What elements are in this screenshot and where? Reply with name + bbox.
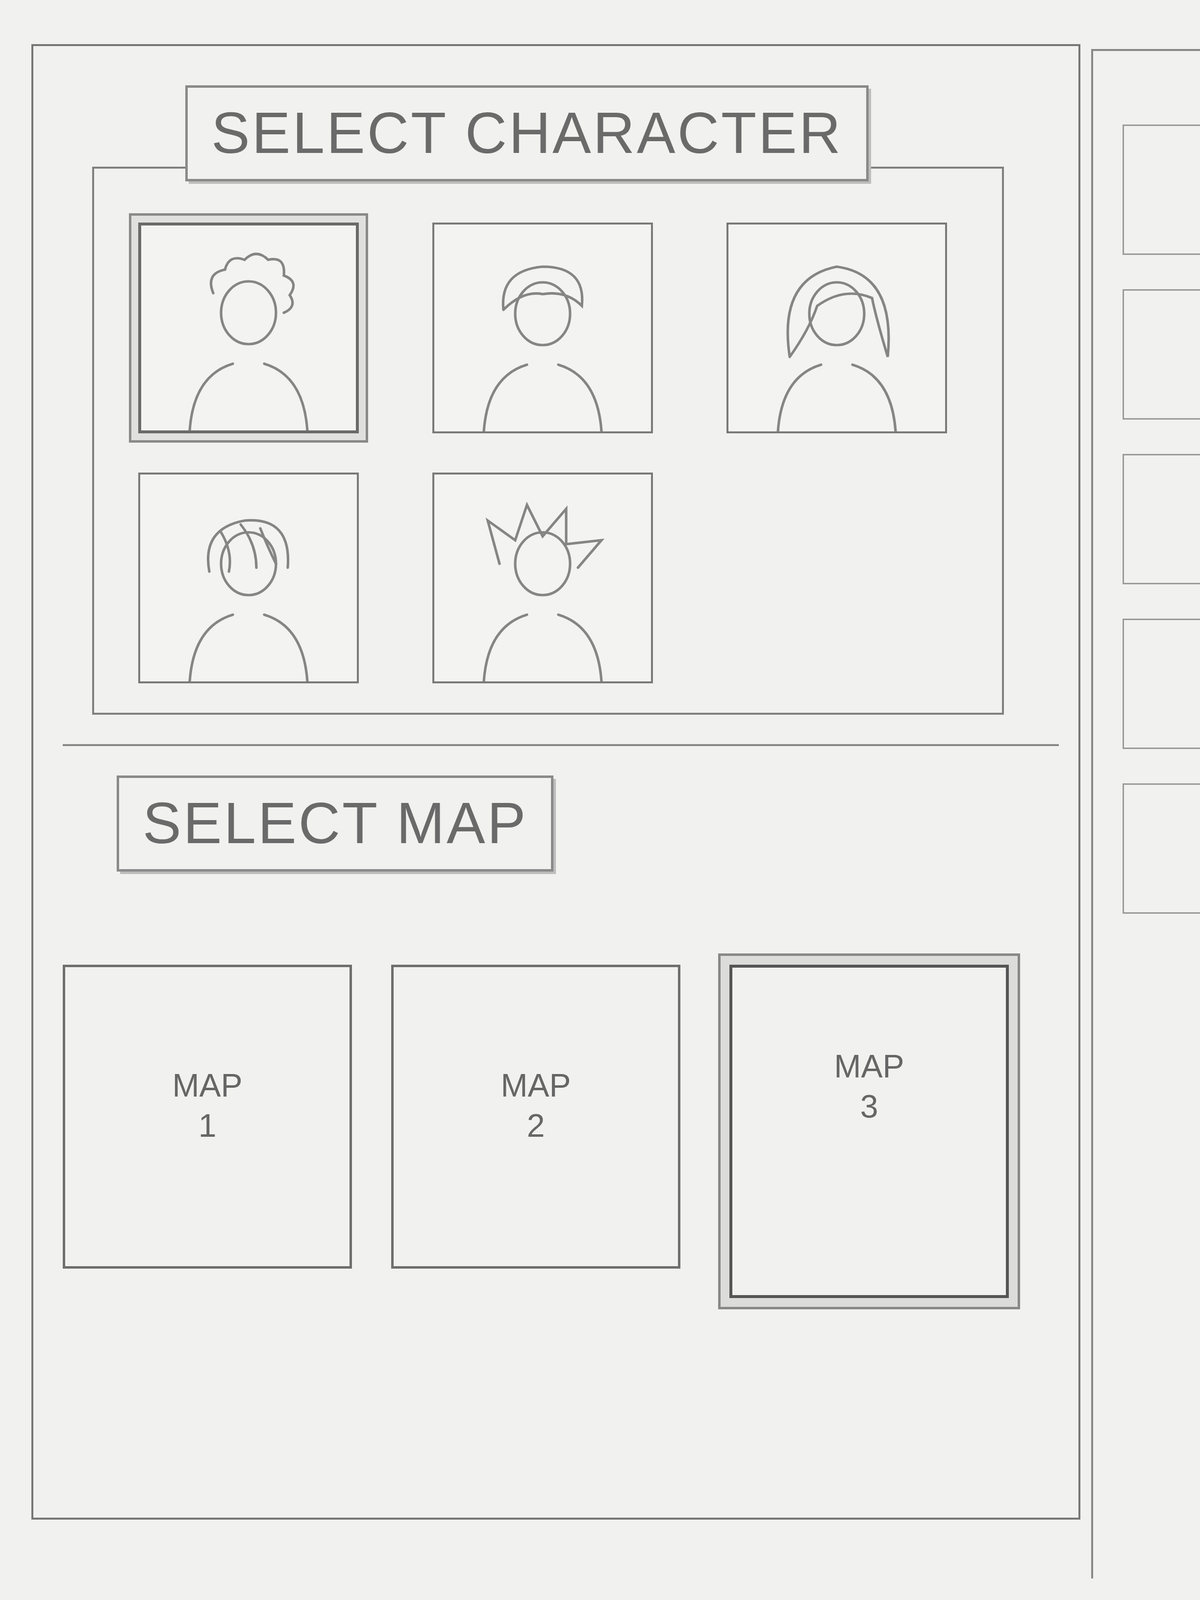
map-tile[interactable]: MAP3 <box>729 964 1009 1299</box>
map-tile[interactable]: MAP1 <box>62 964 352 1269</box>
map-tile[interactable]: MAP2 <box>391 964 681 1269</box>
map-label: MAP <box>833 1046 904 1087</box>
setup-screen: SELECT CHARACTERSELECT MAPMAP1MAP2MAP3 <box>31 44 1081 1520</box>
map-label: MAP <box>172 1065 243 1106</box>
map-label: MAP <box>500 1065 571 1106</box>
messy-hair-avatar-icon <box>150 485 347 682</box>
section-divider <box>62 744 1059 747</box>
long-hair-avatar-icon <box>738 235 935 432</box>
sketch-box <box>1122 453 1200 585</box>
sketch-box <box>1122 618 1200 750</box>
map-number: 1 <box>198 1105 217 1147</box>
character-tile[interactable] <box>726 222 948 434</box>
map-number: 3 <box>860 1086 879 1127</box>
curly-hair-avatar-icon <box>150 234 347 431</box>
map-number: 2 <box>526 1105 546 1147</box>
map-list: MAP1MAP2MAP3 <box>62 964 1050 1299</box>
sketch-box <box>1122 289 1200 420</box>
character-tile[interactable] <box>432 472 653 684</box>
select-map-heading: SELECT MAP <box>116 775 554 872</box>
character-tile[interactable] <box>138 472 359 684</box>
character-tile[interactable] <box>138 222 359 434</box>
spiky-hair-avatar-icon <box>444 485 641 682</box>
select-character-heading: SELECT CHARACTER <box>185 85 869 182</box>
sketch-box <box>1122 124 1200 255</box>
short-hair-avatar-icon <box>444 235 641 432</box>
character-tile[interactable] <box>432 222 653 434</box>
sketch-box <box>1122 783 1200 914</box>
character-grid <box>92 166 1004 715</box>
next-sketch-page <box>1091 49 1200 1579</box>
